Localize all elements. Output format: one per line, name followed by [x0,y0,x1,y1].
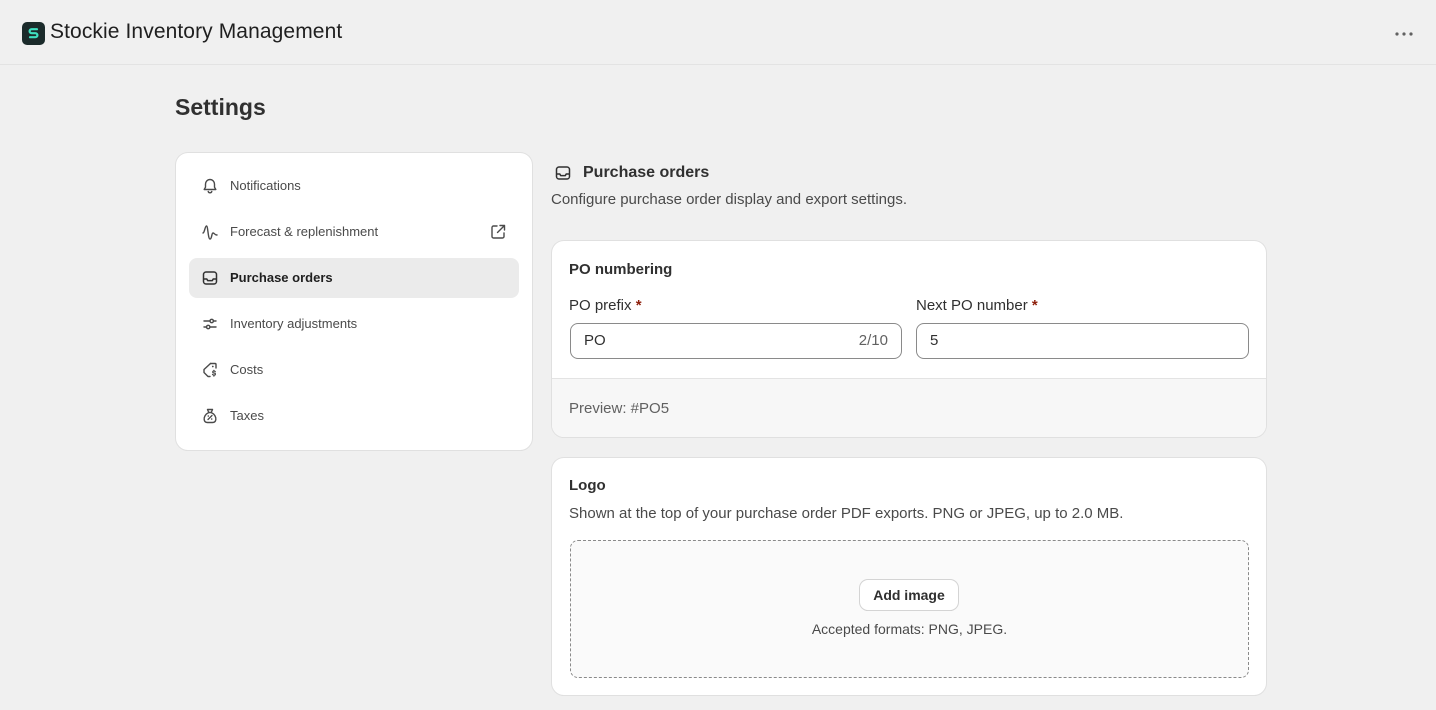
sidebar-item-label: Forecast & replenishment [230,224,379,239]
next-po-number-label-text: Next PO number [916,297,1028,314]
app-title: Stockie Inventory Management [50,20,343,43]
sidebar-item-costs[interactable]: Costs [189,350,519,390]
bell-icon [203,178,217,194]
tax-bag-icon [203,408,217,424]
next-po-number-label: Next PO number * [916,297,1038,314]
add-image-button[interactable]: Add image [860,580,958,610]
sidebar-item-label: Inventory adjustments [230,316,358,331]
app-logo [22,22,45,45]
po-prefix-label: PO prefix * [569,297,642,314]
character-count: 2/10 [858,332,888,349]
sidebar-item-label: Taxes [230,408,264,423]
sliders-icon [203,318,217,330]
sidebar-item-notifications[interactable]: Notifications [189,166,519,206]
sidebar-item-label: Costs [230,362,264,377]
logo-description: Shown at the top of your purchase order … [569,505,1124,522]
section-title: Purchase orders [583,164,710,181]
accepted-formats-text: Accepted formats: PNG, JPEG. [811,621,1008,637]
more-horizontal-icon [1395,32,1413,36]
po-prefix-input[interactable]: PO 2/10 [570,323,902,359]
app-logo-icon [28,28,39,39]
sidebar-item-purchase-orders[interactable]: Purchase orders [189,258,519,298]
inbox-tray-icon [555,166,571,180]
preview-section: Preview: #PO5 [552,378,1266,437]
po-prefix-value: PO [584,332,606,349]
inbox-tray-icon [202,271,218,285]
image-dropzone[interactable]: Add image Accepted formats: PNG, JPEG. [570,540,1249,678]
top-bar: Stockie Inventory Management [0,0,1436,65]
more-actions-button[interactable] [1390,22,1418,46]
po-numbering-card: PO numbering PO prefix * PO 2/10 Next PO… [552,241,1266,437]
preview-text: Preview: #PO5 [569,400,670,417]
external-link-icon[interactable] [489,223,507,241]
card-title: Logo [569,477,606,494]
next-po-number-input[interactable]: 5 [916,323,1249,359]
sidebar-item-label: Purchase orders [230,270,333,285]
cost-tag-icon [203,362,217,378]
sidebar-item-forecast[interactable]: Forecast & replenishment [189,212,519,252]
trend-line-icon [202,225,218,240]
sidebar-item-inventory-adjustments[interactable]: Inventory adjustments [189,304,519,344]
required-mark: * [635,297,642,314]
page-title: Settings [175,94,266,120]
settings-nav: Notifications Forecast & replenishment P… [176,153,532,450]
po-prefix-label-text: PO prefix [569,297,632,314]
next-po-number-value: 5 [930,332,939,349]
required-mark: * [1031,297,1038,314]
card-title: PO numbering [569,261,673,278]
sidebar-item-taxes[interactable]: Taxes [189,396,519,436]
section-description: Configure purchase order display and exp… [551,191,908,208]
sidebar-item-label: Notifications [230,178,301,193]
logo-card: Logo Shown at the top of your purchase o… [552,458,1266,695]
